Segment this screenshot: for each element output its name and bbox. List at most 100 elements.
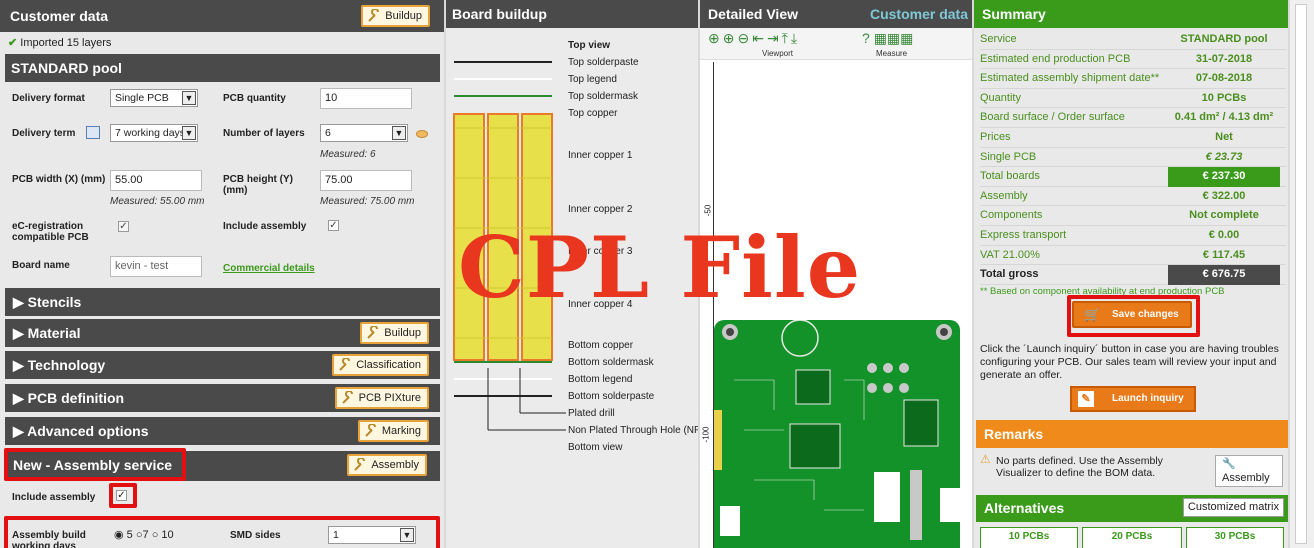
customer-data-link[interactable]: Customer data xyxy=(870,0,968,28)
height-label: PCB height (Y) (mm) xyxy=(223,174,293,196)
summary-row: Single PCB € 23.73 xyxy=(980,148,1286,168)
classification-button[interactable]: Classification xyxy=(332,354,429,376)
pcb-render[interactable] xyxy=(714,320,960,548)
ecreg-checkbox[interactable]: ✓ xyxy=(118,221,129,232)
summary-title: Summary xyxy=(982,6,1046,22)
width-value: 55.00 xyxy=(115,174,143,186)
summary-value: € 237.30 xyxy=(1168,167,1280,187)
zoom-out-icon[interactable]: ⊖ xyxy=(737,30,752,46)
highlight-build-options xyxy=(4,516,440,548)
section-stencils[interactable]: ▶ Stencils xyxy=(5,288,440,316)
layer-label: Inner copper 2 xyxy=(568,204,633,215)
width-input[interactable]: 55.00 xyxy=(110,170,202,191)
board-name-input[interactable]: kevin - test xyxy=(110,256,202,277)
summary-label: Total gross xyxy=(980,268,1039,281)
scrollbar-track[interactable] xyxy=(1295,4,1307,544)
zoom-in-icon[interactable]: ⊕ xyxy=(723,30,738,46)
buildup-button[interactable]: Buildup xyxy=(361,5,430,27)
summary-row: Quantity 10 PCBs xyxy=(980,89,1286,109)
pcb-pixture-button[interactable]: PCB PIXture xyxy=(334,387,429,409)
calendar-icon[interactable] xyxy=(86,126,100,139)
viewport-tools[interactable]: ⊕⊕⊖⇤⇥⤒⤓ xyxy=(708,30,800,47)
pcb-quantity-value: 10 xyxy=(325,92,338,104)
ruler-icon[interactable]: ▦ xyxy=(874,30,887,46)
delivery-format-select[interactable]: Single PCB ▼ xyxy=(110,89,198,107)
layer-label: Bottom copper xyxy=(568,340,634,351)
section-advanced-options[interactable]: ▶ Advanced options Marking xyxy=(5,417,440,445)
customer-data-header: Customer data Buildup xyxy=(0,0,444,32)
summary-label: Components xyxy=(980,209,1043,222)
summary-row: Total boards € 237.30 xyxy=(980,167,1286,187)
summary-label: VAT 21.00% xyxy=(980,248,1040,261)
wrench-icon xyxy=(338,357,352,372)
material-buildup-button[interactable]: Buildup xyxy=(360,322,429,344)
delivery-term-select[interactable]: 7 working days ▼ xyxy=(110,124,198,142)
summary-label: Estimated assembly shipment date** xyxy=(980,72,1160,85)
section-pcb-definition[interactable]: ▶ PCB definition PCB PIXture xyxy=(5,384,440,412)
pan-down-icon[interactable]: ⤓ xyxy=(791,30,800,46)
ecreg-label: eC-registration compatible PCB xyxy=(12,221,89,243)
layer-label: Bottom legend xyxy=(568,374,633,385)
alternative-option[interactable]: 30 PCBs xyxy=(1186,527,1284,548)
layer-label: Top copper xyxy=(568,108,618,119)
summary-value: 31-07-2018 xyxy=(1195,52,1253,65)
pan-up-icon[interactable]: ⤒ xyxy=(782,30,791,46)
width-label: PCB width (X) (mm) xyxy=(12,174,106,185)
summary-panel: Summary Service STANDARD pool Estimated e… xyxy=(974,0,1288,548)
wrench-icon: 🔧 xyxy=(1222,458,1236,470)
include-assembly-checkbox[interactable]: ✓ xyxy=(328,220,339,231)
import-status: ✔ Imported 15 layers xyxy=(8,34,111,52)
zoom-fit-icon[interactable]: ⊕ xyxy=(708,30,723,46)
summary-label: Quantity xyxy=(980,91,1021,104)
alternative-option[interactable]: 20 PCBs xyxy=(1082,527,1182,548)
axis-tick-label: -100 xyxy=(701,426,711,443)
summary-row: Components Not complete xyxy=(980,206,1286,226)
pcb-quantity-input[interactable]: 10 xyxy=(320,88,412,109)
help-icon[interactable]: ? xyxy=(862,30,870,46)
section-technology[interactable]: ▶ Technology Classification xyxy=(5,351,440,379)
height-measured: Measured: 75.00 mm xyxy=(320,196,415,207)
summary-row: Prices Net xyxy=(980,128,1286,148)
summary-label: Prices xyxy=(980,130,1011,143)
pan-right-icon[interactable]: ⇥ xyxy=(767,30,782,46)
alternative-option[interactable]: 10 PCBs xyxy=(980,527,1078,548)
summary-value: 0.41 dm² / 4.13 dm² xyxy=(1174,111,1274,124)
customer-data-title: Customer data xyxy=(10,8,109,24)
pan-left-icon[interactable]: ⇤ xyxy=(752,30,767,46)
pool-title: STANDARD pool xyxy=(11,60,122,76)
detailed-view-header: Detailed View Customer data xyxy=(700,0,972,28)
marking-button[interactable]: Marking xyxy=(357,420,429,442)
layer-label: Top soldermask xyxy=(568,91,639,102)
layer-label: Top legend xyxy=(568,74,617,85)
customized-matrix-button[interactable]: Customized matrix xyxy=(1182,498,1284,517)
layers-select[interactable]: 6 ▼ xyxy=(320,124,408,142)
inquiry-text: Click the ´Launch inquiry´ button in cas… xyxy=(980,343,1279,381)
axis-tick-label: -50 xyxy=(703,204,713,217)
alternatives-header: Alternatives Customized matrix xyxy=(976,495,1288,522)
layer-label: Top view xyxy=(568,40,611,51)
button-label: Buildup xyxy=(384,327,421,339)
section-material[interactable]: ▶ Material Buildup xyxy=(5,319,440,347)
summary-label: Total boards xyxy=(980,170,1040,183)
assembly-visualizer-button[interactable]: 🔧 Assembly xyxy=(1215,455,1283,487)
ruler-icon[interactable]: ▦ xyxy=(900,30,913,46)
layers-label: Number of layers xyxy=(223,128,305,139)
summary-row: Estimated end production PCB 31-07-2018 xyxy=(980,50,1286,70)
info-icon[interactable] xyxy=(416,130,428,138)
summary-label: Board surface / Order surface xyxy=(980,111,1125,124)
layers-measured: Measured: 6 xyxy=(320,149,376,160)
height-input[interactable]: 75.00 xyxy=(320,170,412,191)
ruler-icon[interactable]: ▦ xyxy=(887,30,900,46)
checkmark-icon: ✔ xyxy=(8,37,18,49)
commercial-details-link[interactable]: Commercial details xyxy=(223,263,315,274)
launch-inquiry-button[interactable]: ✎ Launch inquiry xyxy=(1070,386,1196,412)
summary-table: Service STANDARD pool Estimated end produ… xyxy=(980,30,1286,285)
viewport-label: Viewport xyxy=(762,49,793,58)
delivery-format-label: Delivery format xyxy=(12,93,85,104)
customer-data-panel: Customer data Buildup ✔ Imported 15 laye… xyxy=(0,0,444,548)
measure-tools[interactable]: ? ▦▦▦ xyxy=(862,30,913,47)
page-scrollbar[interactable] xyxy=(1290,0,1314,548)
buildup-label: Buildup xyxy=(385,10,422,22)
detailed-view-title: Detailed View xyxy=(708,6,799,22)
assembly-button[interactable]: Assembly xyxy=(347,454,427,476)
